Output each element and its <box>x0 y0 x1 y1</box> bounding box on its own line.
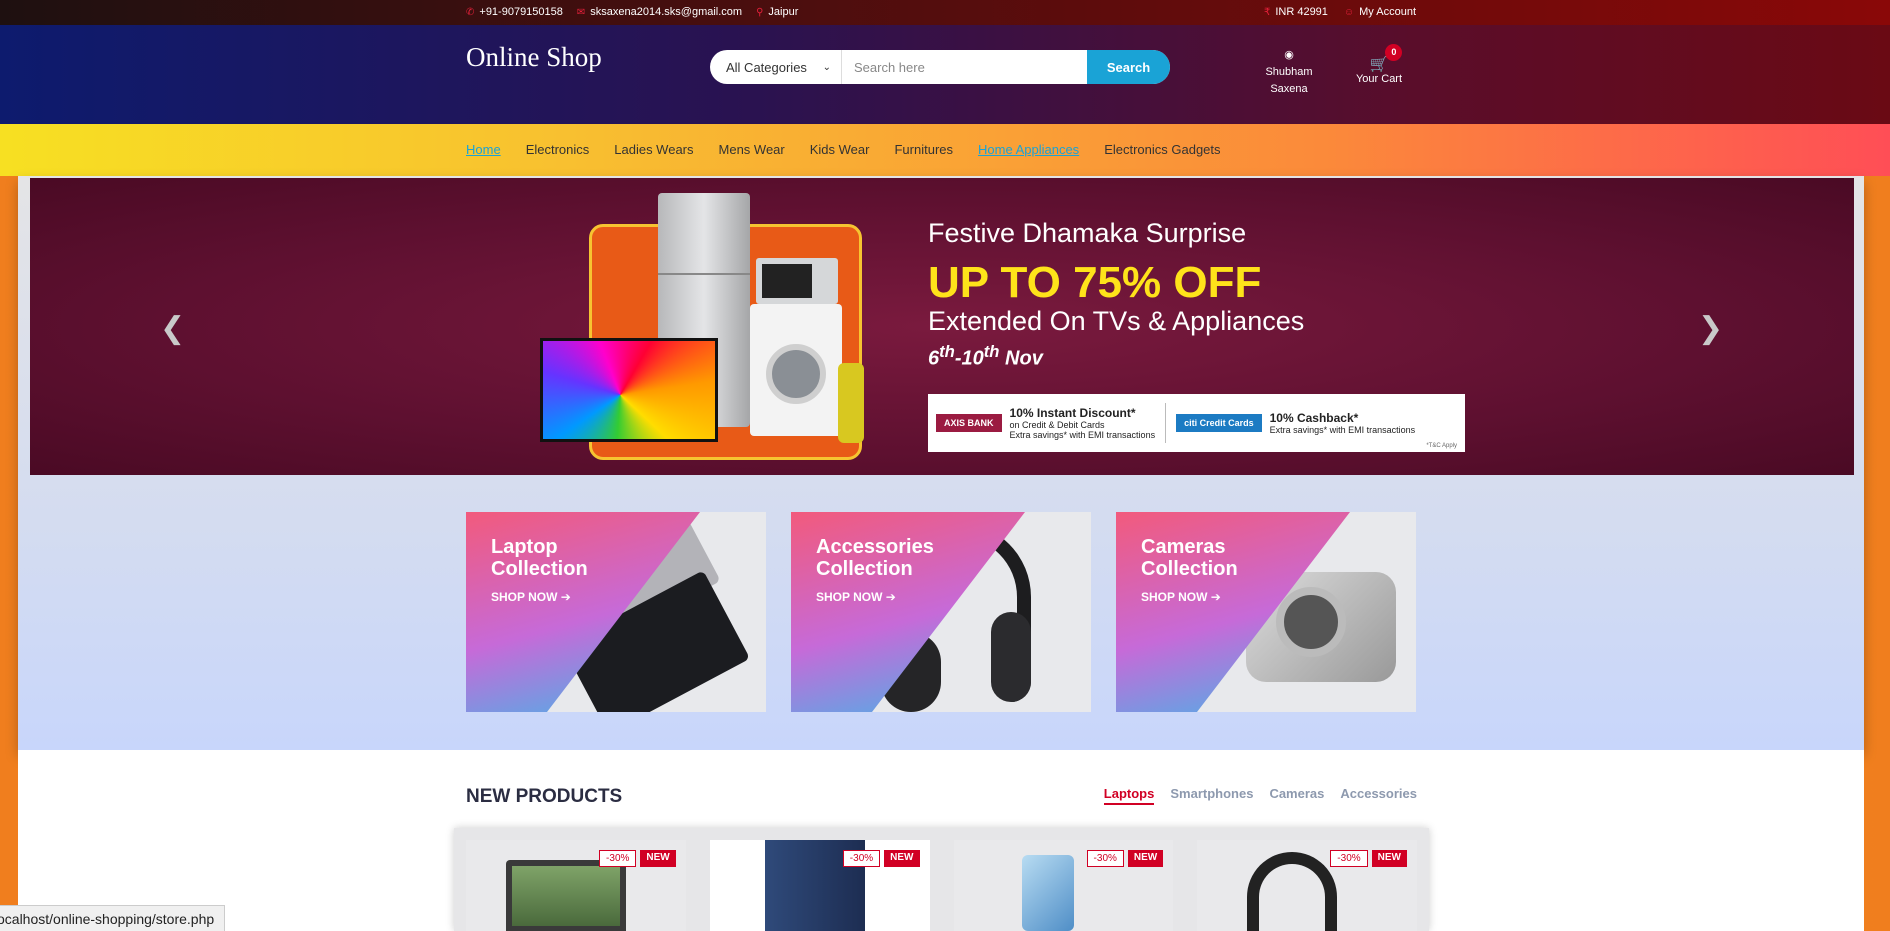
sale-badge: -30% <box>1086 850 1124 867</box>
phone-link[interactable]: ✆ +91-9079150158 <box>466 6 563 18</box>
promo-carousel[interactable]: ❮ ❯ Festive Dhamaka Surprise UP TO 75% O… <box>30 178 1854 475</box>
shopping-cart-icon: 🛒 0 <box>1370 44 1403 73</box>
terms-note: *T&C Apply <box>1426 443 1457 449</box>
new-badge: NEW <box>1371 850 1407 867</box>
nav-item-kids-wear[interactable]: Kids Wear <box>810 142 870 157</box>
shop-now-link[interactable]: SHOP NOW ➔ <box>816 590 896 604</box>
my-account-link[interactable]: ☺ My Account <box>1344 6 1416 18</box>
phone-icon: ✆ <box>466 6 475 18</box>
currency-link[interactable]: ₹ INR 42991 <box>1264 6 1328 18</box>
product-card[interactable]: -30% NEW <box>709 840 930 931</box>
new-products-tabs: Laptops Smartphones Cameras Accessories <box>1103 786 1417 805</box>
laptop-collection-tile[interactable]: Laptop Collection SHOP NOW ➔ <box>466 512 766 712</box>
nav-item-ladies-wears[interactable]: Ladies Wears <box>614 142 693 157</box>
envelope-icon: ✉ <box>576 6 586 18</box>
location-link[interactable]: ⚲ Jaipur <box>756 6 798 18</box>
bank-offers-strip: AXIS BANK 10% Instant Discount* on Credi… <box>928 394 1465 452</box>
television-image <box>540 338 718 442</box>
nav-item-electronics-gadgets[interactable]: Electronics Gadgets <box>1104 142 1220 157</box>
washing-machine-image <box>750 304 842 436</box>
microwave-image <box>756 258 838 304</box>
cart-link[interactable]: 🛒 0 Your Cart <box>1348 44 1410 85</box>
shop-now-link[interactable]: SHOP NOW ➔ <box>491 590 571 604</box>
nav-item-furnitures[interactable]: Furnitures <box>894 142 953 157</box>
search-input[interactable] <box>842 50 1087 84</box>
email-link[interactable]: ✉ sksaxena2014.sks@gmail.com <box>577 6 742 18</box>
browser-status-url: ocalhost/online-shopping/store.php <box>0 905 226 931</box>
promo-offer: UP TO 75% OFF <box>928 258 1262 307</box>
promo-subtitle: Extended On TVs & Appliances <box>928 306 1305 336</box>
github-icon: ◉ <box>1284 49 1294 61</box>
main-header: Online Shop All Categories ⌄ Search ◉ Sh… <box>0 25 1890 124</box>
arrow-circle-right-icon: ➔ <box>1210 590 1221 604</box>
collection-tiles: Laptop Collection SHOP NOW ➔ Accessories C… <box>466 512 1416 712</box>
tab-accessories[interactable]: Accessories <box>1340 786 1417 805</box>
sale-badge: -30% <box>842 850 881 867</box>
chevron-down-icon: ⌄ <box>822 61 831 73</box>
product-carousel: -30% NEW -30% NEW -30% NEW -30% NEW <box>454 828 1429 931</box>
cameras-collection-tile[interactable]: Cameras Collection SHOP NOW ➔ <box>1116 512 1416 712</box>
new-badge: NEW <box>1127 850 1164 867</box>
axis-bank-offer: AXIS BANK 10% Instant Discount* on Credi… <box>936 406 1155 440</box>
smartphone-product-image <box>1021 855 1074 931</box>
new-badge: NEW <box>640 850 676 867</box>
promo-title: Festive Dhamaka Surprise <box>928 218 1247 248</box>
shop-now-link[interactable]: SHOP NOW ➔ <box>1141 590 1221 604</box>
arrow-circle-right-icon: ➔ <box>560 590 571 604</box>
nav-item-home[interactable]: Home <box>466 142 501 157</box>
nav-item-electronics[interactable]: Electronics <box>526 142 590 157</box>
headphones-product-image <box>1247 852 1338 931</box>
category-nav: Home Electronics Ladies Wears Mens Wear … <box>0 124 1890 176</box>
top-info-bar: ✆ +91-9079150158 ✉ sksaxena2014.sks@gmai… <box>0 0 1890 25</box>
tab-smartphones[interactable]: Smartphones <box>1170 786 1253 805</box>
map-marker-icon: ⚲ <box>756 6 764 18</box>
nav-item-mens-wear[interactable]: Mens Wear <box>719 142 785 157</box>
axis-bank-logo: AXIS BANK <box>936 414 1002 432</box>
arrow-circle-right-icon: ➔ <box>885 590 896 604</box>
user-profile-link[interactable]: ◉ Shubham Saxena <box>1254 47 1324 98</box>
mixer-grinder-image <box>838 363 864 443</box>
site-logo[interactable]: Online Shop <box>466 42 602 73</box>
tab-cameras[interactable]: Cameras <box>1269 786 1324 805</box>
accessories-collection-tile[interactable]: Accessories Collection SHOP NOW ➔ <box>791 512 1091 712</box>
promo-date: 6th-10th Nov <box>928 342 1043 370</box>
new-badge: NEW <box>884 850 920 867</box>
category-select[interactable]: All Categories ⌄ <box>710 50 842 84</box>
search-bar: All Categories ⌄ Search <box>710 50 1170 84</box>
cart-count-badge: 0 <box>1385 44 1403 61</box>
citi-bank-logo: citi Credit Cards <box>1176 414 1262 432</box>
tab-laptops[interactable]: Laptops <box>1103 786 1155 805</box>
new-products-title: NEW PRODUCTS <box>466 786 623 807</box>
sale-badge: -30% <box>599 850 637 867</box>
user-icon: ☺ <box>1343 6 1355 18</box>
product-card[interactable]: -30% NEW <box>953 840 1174 931</box>
search-button[interactable]: Search <box>1087 50 1170 84</box>
citi-bank-offer: citi Credit Cards 10% Cashback* Extra sa… <box>1176 411 1415 435</box>
product-card[interactable]: -30% NEW <box>1197 840 1417 931</box>
sale-badge: -30% <box>1330 850 1368 867</box>
nav-item-home-appliances[interactable]: Home Appliances <box>978 142 1079 157</box>
product-card[interactable]: -30% NEW <box>466 840 686 931</box>
laptop-product-image <box>506 860 626 931</box>
carousel-prev-arrow-icon[interactable]: ❮ <box>160 311 185 346</box>
currency-icon: ₹ <box>1263 6 1271 18</box>
carousel-next-arrow-icon[interactable]: ❯ <box>1698 311 1723 346</box>
